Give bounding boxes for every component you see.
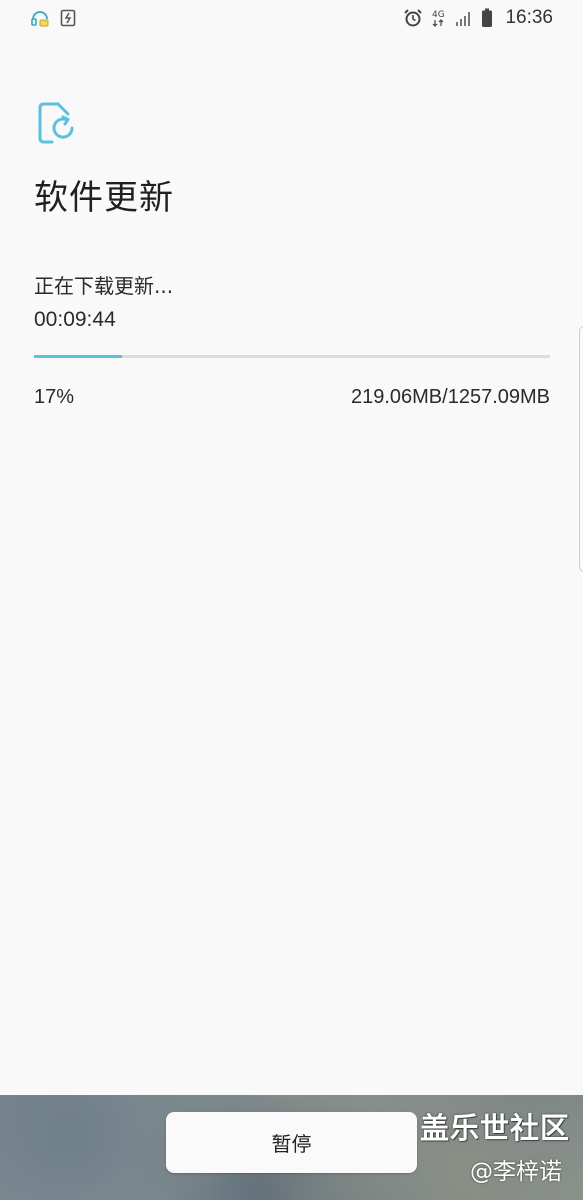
- battery-icon: [481, 8, 493, 28]
- download-progress-fill: [34, 355, 122, 358]
- network-label: 4G: [432, 10, 445, 20]
- file-transfer-icon: [60, 9, 76, 27]
- network-4g-icon: 4G: [431, 8, 447, 28]
- download-status-text: 正在下载更新...: [34, 274, 174, 298]
- bottom-bar: 暂停 盖乐世社区 @李梓诺: [0, 1095, 583, 1200]
- alarm-icon: [403, 8, 423, 28]
- pause-button[interactable]: 暂停: [166, 1112, 417, 1173]
- progress-size: 219.06MB/1257.09MB: [350, 386, 550, 408]
- status-right-icons: 4G 16:36: [403, 7, 553, 29]
- signal-icon: [455, 9, 473, 27]
- download-progress-bar: [34, 355, 550, 358]
- status-bar: 4G 16:36: [0, 0, 583, 36]
- edge-panel-handle[interactable]: [579, 326, 583, 572]
- time-remaining: 00:09:44: [34, 308, 116, 331]
- software-update-icon: [36, 100, 78, 146]
- page-title: 软件更新: [34, 178, 174, 218]
- progress-percent: 17%: [34, 386, 75, 408]
- status-time: 16:36: [505, 7, 553, 28]
- status-left-icons: [30, 8, 76, 28]
- watermark-title: 盖乐世社区: [420, 1111, 571, 1145]
- watermark-author: @李梓诺: [470, 1159, 562, 1185]
- headset-notification-icon: [30, 8, 50, 28]
